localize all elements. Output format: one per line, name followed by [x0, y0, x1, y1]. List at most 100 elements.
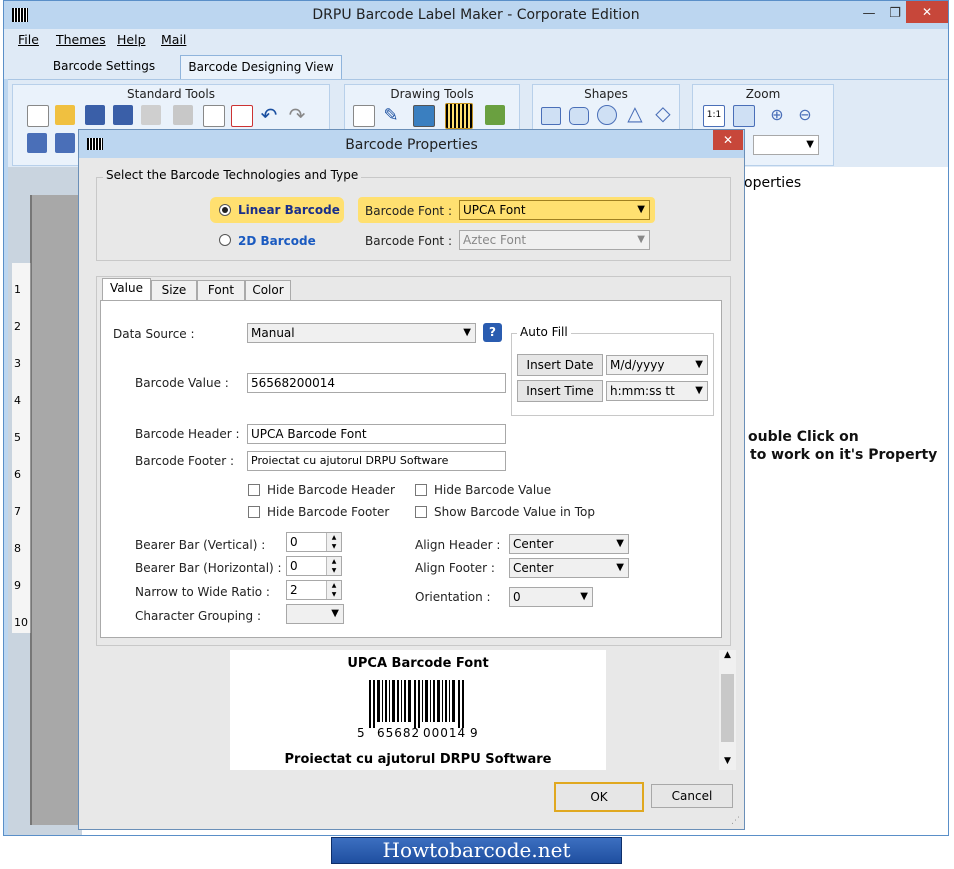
menu-mail[interactable]: Mail: [161, 32, 186, 47]
barcode-properties-dialog: Barcode Properties ✕ Select the Barcode …: [78, 129, 745, 830]
show-value-top-checkbox[interactable]: [415, 506, 427, 518]
spinner-arrows-icon[interactable]: ▲ ▼: [326, 581, 341, 599]
rounded-rectangle-icon[interactable]: [569, 107, 589, 125]
spinner-arrows-icon[interactable]: ▲ ▼: [326, 533, 341, 551]
preview-header: UPCA Barcode Font: [347, 656, 489, 671]
open-folder-icon[interactable]: [55, 105, 75, 125]
menu-file[interactable]: File: [18, 32, 39, 47]
tab-color[interactable]: Color: [245, 280, 291, 301]
vertical-ruler: 1 2 3 4 5 6 7 8 9 10: [12, 263, 31, 633]
chevron-down-icon: ▼: [806, 139, 814, 150]
tab-value[interactable]: Value: [102, 278, 151, 301]
tab-barcode-designing-view[interactable]: Barcode Designing View: [180, 55, 342, 79]
label-page[interactable]: [30, 195, 84, 825]
spinner-arrows-icon[interactable]: ▲ ▼: [326, 557, 341, 575]
delete-icon[interactable]: [231, 105, 253, 127]
linear-barcode-label[interactable]: Linear Barcode: [238, 203, 340, 217]
send-back-icon[interactable]: [55, 133, 75, 153]
fit-to-window-icon[interactable]: [733, 105, 755, 127]
bearer-vertical-value: 0: [290, 535, 298, 549]
minimize-button[interactable]: —: [856, 5, 882, 23]
orientation-combo[interactable]: 0 ▼: [509, 587, 593, 607]
zoom-actual-size-button[interactable]: 1:1: [703, 105, 725, 127]
insert-time-button[interactable]: Insert Time: [517, 380, 603, 402]
new-icon[interactable]: [27, 105, 49, 127]
bring-front-icon[interactable]: [27, 133, 47, 153]
barcode-header-input[interactable]: UPCA Barcode Font: [247, 424, 506, 444]
print-icon[interactable]: [141, 105, 161, 125]
tab-barcode-settings[interactable]: Barcode Settings: [44, 55, 164, 79]
scroll-down-icon[interactable]: ▼: [719, 756, 736, 766]
group-label: Standard Tools: [127, 87, 215, 101]
character-grouping-combo[interactable]: ▼: [286, 604, 344, 624]
hide-footer-checkbox[interactable]: [248, 506, 260, 518]
hide-footer-label[interactable]: Hide Barcode Footer: [267, 505, 389, 519]
align-footer-combo[interactable]: Center ▼: [509, 558, 629, 578]
bearer-horizontal-spinner[interactable]: 0 ▲ ▼: [286, 556, 342, 576]
chevron-down-icon: ▼: [695, 359, 703, 370]
resize-grip-icon[interactable]: ⋰: [731, 816, 740, 826]
preview-digit-last: 9: [470, 726, 478, 740]
2d-font-combo[interactable]: Aztec Font ▼: [459, 230, 650, 250]
tab-size[interactable]: Size: [151, 280, 197, 301]
scroll-thumb[interactable]: [721, 674, 734, 742]
redo-icon[interactable]: ↷: [287, 105, 307, 125]
narrow-wide-ratio-spinner[interactable]: 2 ▲ ▼: [286, 580, 342, 600]
text-tool-icon[interactable]: [353, 105, 375, 127]
data-source-combo[interactable]: Manual ▼: [247, 323, 476, 343]
save-icon[interactable]: [85, 105, 105, 125]
2d-barcode-radio[interactable]: [219, 234, 231, 246]
barcode-footer-input[interactable]: Proiectat cu ajutorul DRPU Software: [247, 451, 506, 471]
image-library-icon[interactable]: [485, 105, 505, 125]
time-format-combo[interactable]: h:mm:ss tt ▼: [606, 381, 708, 401]
menu-help[interactable]: Help: [117, 32, 146, 47]
data-source-value: Manual: [251, 326, 295, 340]
bearer-vertical-label: Bearer Bar (Vertical) :: [135, 538, 266, 552]
zoom-out-icon[interactable]: ⊖: [795, 105, 815, 125]
hide-header-label[interactable]: Hide Barcode Header: [267, 483, 395, 497]
preview-scrollbar[interactable]: ▲ ▼: [719, 650, 736, 770]
ruler-mark: 9: [14, 579, 21, 592]
picture-tool-icon[interactable]: [413, 105, 435, 127]
2d-barcode-label[interactable]: 2D Barcode: [238, 234, 316, 248]
pen-tool-icon[interactable]: ✎: [381, 105, 401, 126]
linear-font-label: Barcode Font :: [365, 204, 452, 218]
show-value-top-label[interactable]: Show Barcode Value in Top: [434, 505, 595, 519]
restore-button[interactable]: ❐: [882, 5, 908, 23]
footer-banner: Howtobarcode.net: [331, 837, 622, 864]
align-footer-label: Align Footer :: [415, 561, 495, 575]
hide-value-checkbox[interactable]: [415, 484, 427, 496]
dialog-close-button[interactable]: ✕: [713, 130, 743, 150]
bearer-vertical-spinner[interactable]: 0 ▲ ▼: [286, 532, 342, 552]
ruler-mark: 7: [14, 505, 21, 518]
menu-themes[interactable]: Themes: [56, 32, 106, 47]
paste-icon[interactable]: [173, 105, 193, 125]
barcode-tool-icon[interactable]: [445, 103, 473, 129]
chevron-down-icon: ▼: [616, 538, 624, 549]
cut-icon[interactable]: [203, 105, 225, 127]
cancel-button[interactable]: Cancel: [651, 784, 733, 808]
date-format-combo[interactable]: M/d/yyyy ▼: [606, 355, 708, 375]
align-header-combo[interactable]: Center ▼: [509, 534, 629, 554]
help-icon[interactable]: ?: [483, 323, 502, 342]
linear-font-combo[interactable]: UPCA Font ▼: [459, 200, 650, 220]
tab-font[interactable]: Font: [197, 280, 245, 301]
2d-font-label: Barcode Font :: [365, 234, 452, 248]
hide-value-label[interactable]: Hide Barcode Value: [434, 483, 551, 497]
barcode-value-input[interactable]: 56568200014: [247, 373, 506, 393]
ellipse-icon[interactable]: [597, 105, 617, 125]
insert-date-button[interactable]: Insert Date: [517, 354, 603, 376]
ok-button[interactable]: OK: [554, 782, 644, 812]
undo-icon[interactable]: ↶: [259, 105, 279, 125]
close-button[interactable]: ✕: [906, 1, 948, 23]
triangle-icon[interactable]: △: [625, 103, 645, 123]
scroll-up-icon[interactable]: ▲: [719, 650, 736, 660]
save-as-icon[interactable]: [113, 105, 133, 125]
properties-caption: operties: [744, 175, 802, 191]
rectangle-icon[interactable]: [541, 107, 561, 125]
linear-barcode-radio[interactable]: [219, 204, 231, 216]
diamond-icon[interactable]: ◇: [653, 103, 673, 123]
hide-header-checkbox[interactable]: [248, 484, 260, 496]
zoom-combo[interactable]: ▼: [753, 135, 819, 155]
zoom-in-icon[interactable]: ⊕: [767, 105, 787, 125]
